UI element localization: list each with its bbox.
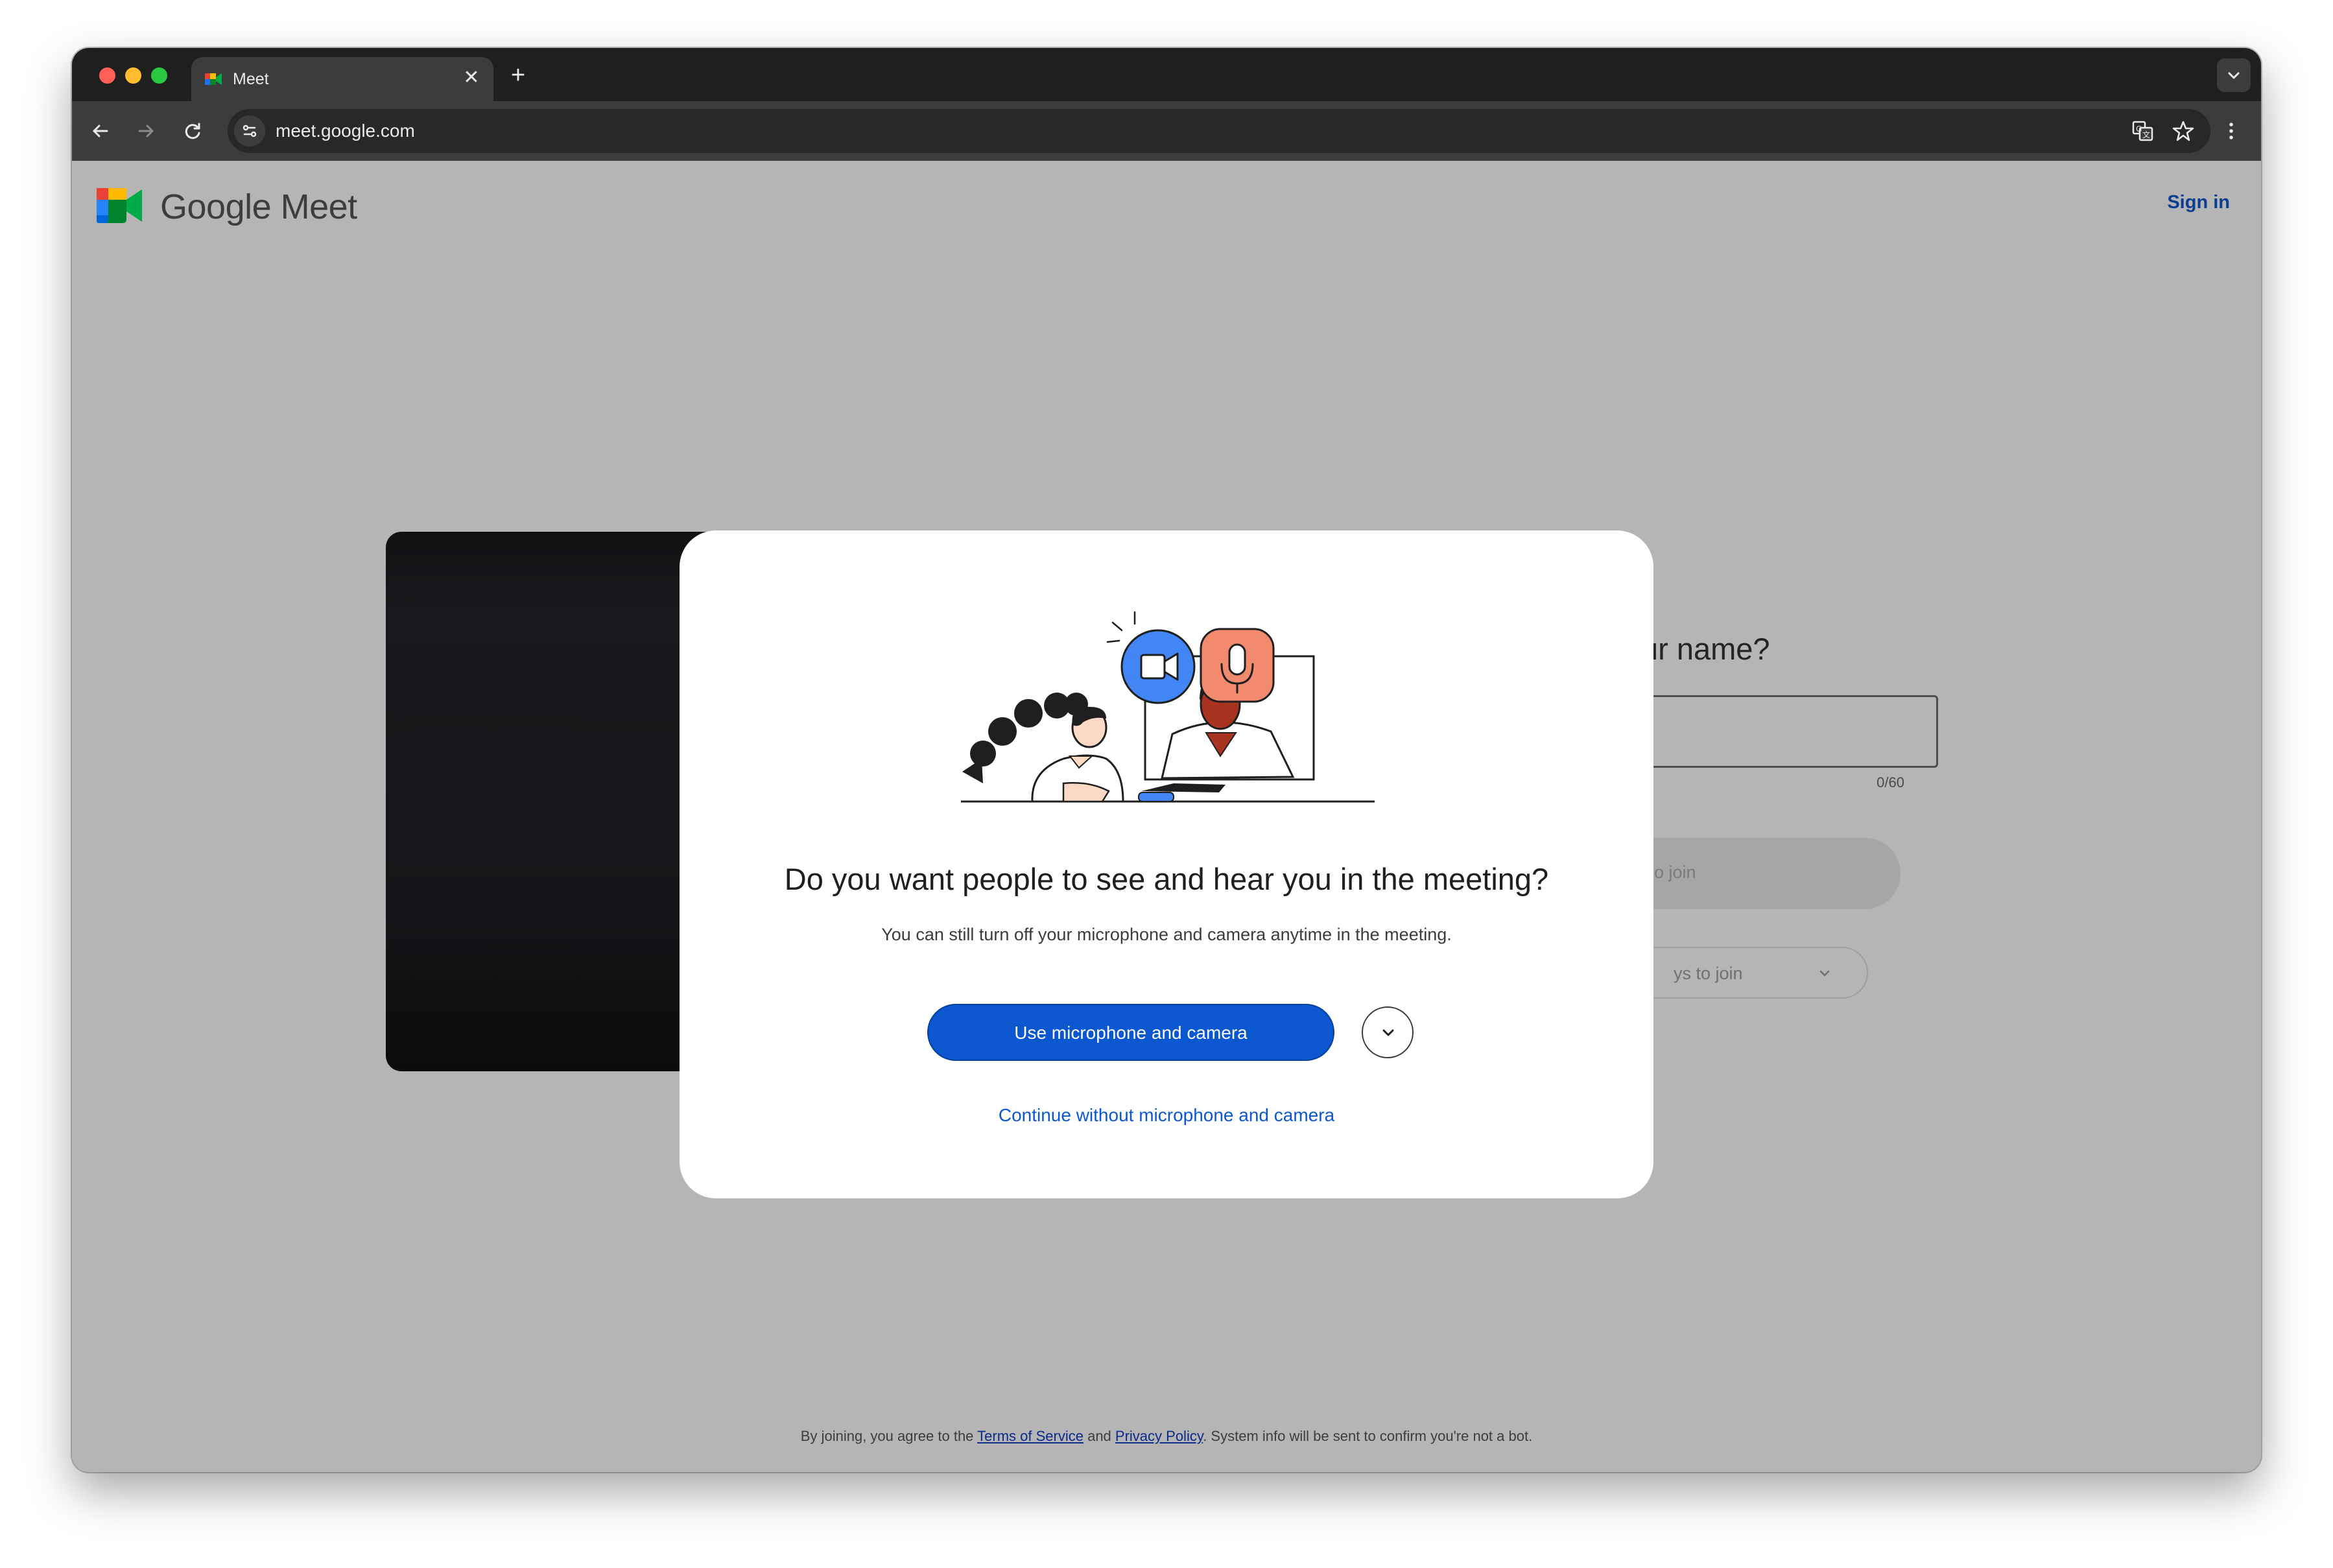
name-input[interactable]	[1615, 695, 1938, 768]
brand-title: Google Meet	[160, 187, 357, 226]
terms-footer: By joining, you agree to the Terms of Se…	[72, 1428, 2261, 1445]
browser-toolbar: meet.google.com G 文	[72, 101, 2261, 161]
chevron-down-icon	[1819, 970, 1830, 977]
maximize-window-button[interactable]	[151, 67, 167, 84]
privacy-policy-link[interactable]: Privacy Policy	[1115, 1428, 1203, 1444]
svg-text:G: G	[2136, 125, 2142, 134]
tab-meet[interactable]: Meet ✕	[191, 57, 493, 101]
tab-search-button[interactable]	[2217, 58, 2251, 92]
sign-in-link[interactable]: Sign in	[2167, 192, 2230, 213]
terms-of-service-link[interactable]: Terms of Service	[977, 1428, 1084, 1444]
site-info-button[interactable]	[234, 115, 265, 147]
close-window-button[interactable]	[99, 67, 115, 84]
other-ways-label: ys to join	[1674, 964, 1743, 983]
chevron-down-icon	[2228, 72, 2240, 79]
reload-icon[interactable]	[177, 115, 208, 147]
tab-strip: Meet ✕ +	[72, 48, 2261, 101]
meeting-illustration	[961, 611, 1375, 803]
name-question: ur name?	[1641, 632, 1770, 666]
ask-to-join-label: o join	[1654, 862, 1696, 882]
close-icon[interactable]: ✕	[460, 66, 483, 89]
continue-without-devices-link[interactable]: Continue without microphone and camera	[680, 1105, 1653, 1126]
forward-arrow-icon[interactable]	[130, 115, 161, 147]
browser-window: Meet ✕ + meet.google.com G 文 Google Meet…	[72, 48, 2261, 1472]
url-text[interactable]: meet.google.com	[276, 121, 415, 141]
chevron-down-icon	[1382, 1029, 1394, 1036]
footer-suffix: . System info will be sent to confirm yo…	[1203, 1428, 1533, 1444]
footer-prefix: By joining, you agree to the	[800, 1428, 978, 1444]
meet-logo-icon	[97, 188, 142, 223]
star-icon[interactable]	[2170, 118, 2196, 144]
footer-and: and	[1083, 1428, 1115, 1444]
dialog-title: Do you want people to see and hear you i…	[784, 862, 1549, 896]
permission-dialog: Do you want people to see and hear you i…	[680, 530, 1653, 1198]
dialog-subtitle: You can still turn off your microphone a…	[881, 925, 1452, 944]
ask-to-join-button[interactable]: o join	[1615, 838, 1901, 909]
minimize-window-button[interactable]	[125, 67, 141, 84]
translate-icon[interactable]: G 文	[2130, 118, 2156, 144]
use-microphone-and-camera-button[interactable]: Use microphone and camera	[927, 1004, 1334, 1061]
more-vert-icon[interactable]	[2216, 115, 2247, 147]
camera-icon	[1140, 652, 1179, 681]
svg-text:文: 文	[2142, 130, 2150, 139]
name-character-counter: 0/60	[1877, 774, 1904, 790]
more-options-button[interactable]	[1362, 1006, 1414, 1058]
use-microphone-and-camera-label: Use microphone and camera	[1014, 1023, 1248, 1043]
address-bar[interactable]: meet.google.com G 文	[228, 109, 2210, 153]
site-info-icon	[243, 125, 257, 137]
other-ways-to-join-button[interactable]: ys to join	[1628, 947, 1868, 999]
tab-title: Meet	[233, 70, 269, 88]
back-arrow-icon[interactable]	[85, 115, 116, 147]
meet-favicon-icon	[205, 73, 222, 85]
plus-icon[interactable]: +	[505, 62, 531, 88]
meet-page: Google Meet Sign in ur name? 0/60 o join…	[72, 161, 2261, 1472]
